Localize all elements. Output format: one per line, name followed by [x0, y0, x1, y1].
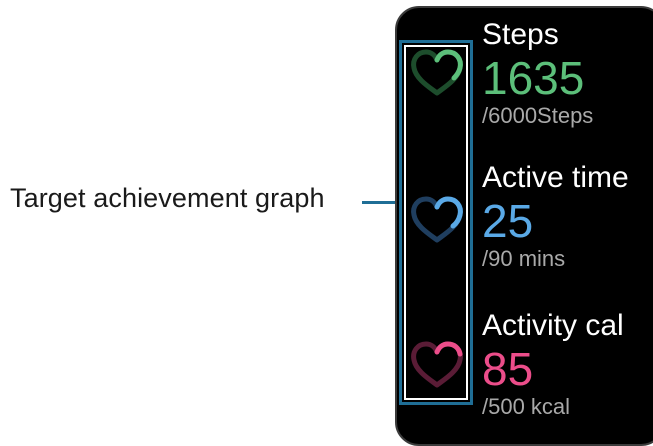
- callout-label: Target achievement graph: [10, 183, 325, 213]
- callout-line: [362, 201, 398, 204]
- target-achievement-highlight: [399, 40, 473, 405]
- active-time-value: 25: [482, 195, 534, 247]
- activity-cal-value: 85: [482, 343, 534, 395]
- active-time-goal: /90 mins: [482, 246, 566, 271]
- active-time-label: Active time: [482, 161, 629, 194]
- activity-cal-metric[interactable]: Activity cal 85 /500 kcal: [482, 311, 624, 419]
- steps-label: Steps: [482, 18, 559, 51]
- steps-goal: /6000Steps: [482, 103, 594, 128]
- steps-metric[interactable]: Steps 1635 /6000Steps: [482, 20, 593, 128]
- active-time-metric[interactable]: Active time 25 /90 mins: [482, 163, 629, 271]
- activity-cal-goal: /500 kcal: [482, 394, 571, 419]
- activity-cal-label: Activity cal: [482, 309, 624, 342]
- steps-value: 1635: [482, 52, 585, 104]
